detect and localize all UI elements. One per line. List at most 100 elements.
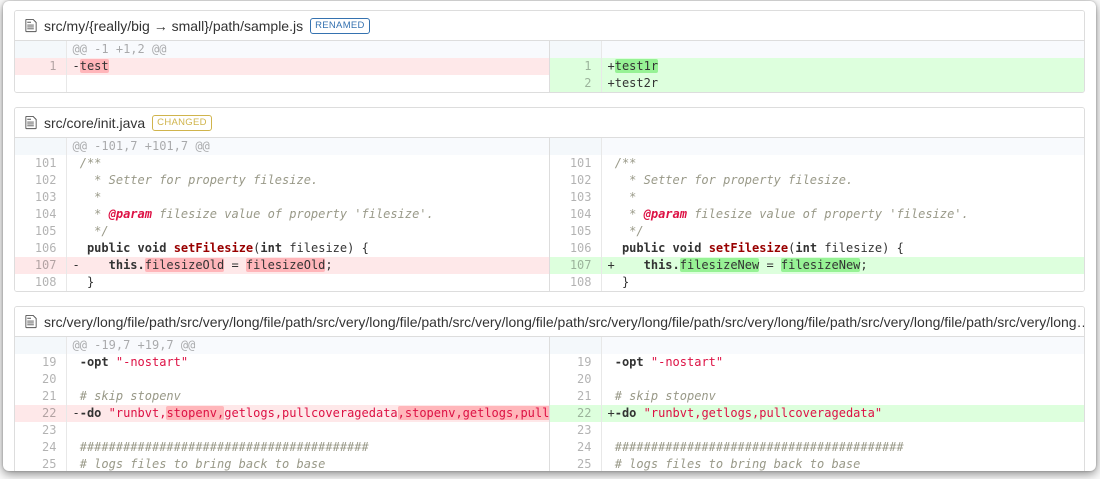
hunk-header xyxy=(601,337,1084,354)
line-number xyxy=(550,41,602,58)
diff-right-panel: 101 /** 102 * Setter for property filesiz… xyxy=(549,138,1084,291)
code-line: + this.filesizeNew = filesizeNew; xyxy=(601,257,1084,274)
line-number: 21 xyxy=(550,388,602,405)
side-by-side-diff: @@ -19,7 +19,7 @@ 19 -opt "-nostart" 20 21… xyxy=(15,337,1084,471)
file-header: src/my/{really/big → small}/path/sample.… xyxy=(15,11,1084,41)
diff-line: 1 +test1r xyxy=(550,58,1084,75)
code-line: - this.filesizeOld = filesizeOld; xyxy=(66,257,549,274)
code-line: * xyxy=(66,189,549,206)
line-number: 107 xyxy=(15,257,67,274)
diff-left-panel: @@ -19,7 +19,7 @@ 19 -opt "-nostart" 20 21… xyxy=(15,337,549,471)
diff-line: 1 -test xyxy=(15,58,549,75)
diff-line: 22 --do "runbvt,stopenv,getlogs,pullcover… xyxy=(15,405,549,422)
code-line: } xyxy=(601,274,1084,291)
line-number: 103 xyxy=(15,189,67,206)
line-number: 106 xyxy=(15,240,67,257)
diff-line: 105 */ xyxy=(15,223,549,240)
code-line: +test1r xyxy=(601,58,1084,75)
diff-left-panel: @@ -101,7 +101,7 @@ 101 /** 102 * Setter f… xyxy=(15,138,549,291)
code-line xyxy=(66,75,549,92)
line-number: 108 xyxy=(550,274,602,291)
code-line: +test2r xyxy=(601,75,1084,92)
line-number: 23 xyxy=(550,422,602,439)
diff-left-panel: @@ -1 +1,2 @@ 1 -test xyxy=(15,41,549,92)
code-line: ######################################## xyxy=(601,439,1084,456)
line-number xyxy=(15,138,67,155)
diff-line: 107- this.filesizeOld = filesizeOld; xyxy=(15,257,549,274)
line-number: 21 xyxy=(15,388,67,405)
diff-line: 20 xyxy=(15,371,549,388)
diff-line: 102 * Setter for property filesize. xyxy=(15,172,549,189)
code-line xyxy=(601,371,1084,388)
diff-line: 20 xyxy=(550,371,1084,388)
code-line: --do "runbvt,stopenv,getlogs,pullcoverag… xyxy=(66,405,549,422)
diff-line: @@ -19,7 +19,7 @@ xyxy=(15,337,549,354)
code-line: */ xyxy=(601,223,1084,240)
code-line: ######################################## xyxy=(66,439,549,456)
diff-line xyxy=(15,75,549,92)
line-number: 102 xyxy=(550,172,602,189)
diff-line: 21 # skip stopenv xyxy=(550,388,1084,405)
code-line: * @param filesize value of property 'fil… xyxy=(66,206,549,223)
code-line: public void setFilesize(int filesize) { xyxy=(66,240,549,257)
hunk-header xyxy=(601,138,1084,155)
diff-line xyxy=(550,337,1084,354)
diff-line: 23 xyxy=(15,422,549,439)
code-line: * Setter for property filesize. xyxy=(601,172,1084,189)
diff-line xyxy=(550,138,1084,155)
diff-line: 107 + this.filesizeNew = filesizeNew; xyxy=(550,257,1084,274)
line-number: 24 xyxy=(15,439,67,456)
line-number: 2 xyxy=(550,75,602,92)
line-number: 104 xyxy=(15,206,67,223)
diff-line: 101 /** xyxy=(15,155,549,172)
line-number: 107 xyxy=(550,257,602,274)
code-line: -test xyxy=(66,58,549,75)
code-line: * Setter for property filesize. xyxy=(66,172,549,189)
line-number xyxy=(15,337,67,354)
diff-line: 108 } xyxy=(550,274,1084,291)
line-number: 1 xyxy=(550,58,602,75)
code-line: -opt "-nostart" xyxy=(601,354,1084,371)
diff-line: 2 +test2r xyxy=(550,75,1084,92)
code-line: * xyxy=(601,189,1084,206)
diff-right-panel: 1 +test1r 2 +test2r xyxy=(549,41,1084,92)
diff-line: 106 public void setFilesize(int filesize… xyxy=(550,240,1084,257)
file-name: src/very/long/file/path/src/very/long/fi… xyxy=(44,313,1084,330)
diff-line: 106 public void setFilesize(int filesize… xyxy=(15,240,549,257)
diff-line: 24 #####################################… xyxy=(550,439,1084,456)
hunk-header: @@ -101,7 +101,7 @@ xyxy=(66,138,549,155)
diff-line: 24 #####################################… xyxy=(15,439,549,456)
diff-line: 105 */ xyxy=(550,223,1084,240)
side-by-side-diff: @@ -101,7 +101,7 @@ 101 /** 102 * Setter f… xyxy=(15,138,1084,291)
line-number: 101 xyxy=(15,155,67,172)
hunk-header: @@ -19,7 +19,7 @@ xyxy=(66,337,549,354)
diff-line: 23 xyxy=(550,422,1084,439)
diff-line: 104 * @param filesize value of property … xyxy=(550,206,1084,223)
line-number: 105 xyxy=(550,223,602,240)
diff-line: 19 -opt "-nostart" xyxy=(15,354,549,371)
file-header: src/very/long/file/path/src/very/long/fi… xyxy=(15,307,1084,337)
diff-line xyxy=(550,41,1084,58)
diff-line: 103 * xyxy=(15,189,549,206)
code-line: # skip stopenv xyxy=(601,388,1084,405)
line-number: 20 xyxy=(550,371,602,388)
code-line xyxy=(66,422,549,439)
code-line: # logs files to bring back to base xyxy=(601,456,1084,471)
file-status-badge: CHANGED xyxy=(152,114,212,131)
diff-line: 25 # logs files to bring back to base xyxy=(15,456,549,471)
file-icon xyxy=(25,18,37,33)
line-number xyxy=(15,41,67,58)
diff-line: 103 * xyxy=(550,189,1084,206)
line-number: 1 xyxy=(15,58,67,75)
code-line: /** xyxy=(66,155,549,172)
line-number: 105 xyxy=(15,223,67,240)
file-icon xyxy=(25,314,37,329)
file-name: src/my/{really/big → small}/path/sample.… xyxy=(44,17,304,34)
line-number xyxy=(550,337,602,354)
line-number: 108 xyxy=(15,274,67,291)
diff-line: @@ -1 +1,2 @@ xyxy=(15,41,549,58)
code-line: # logs files to bring back to base xyxy=(66,456,549,471)
diff-line: 19 -opt "-nostart" xyxy=(550,354,1084,371)
line-number: 104 xyxy=(550,206,602,223)
code-line: } xyxy=(66,274,549,291)
